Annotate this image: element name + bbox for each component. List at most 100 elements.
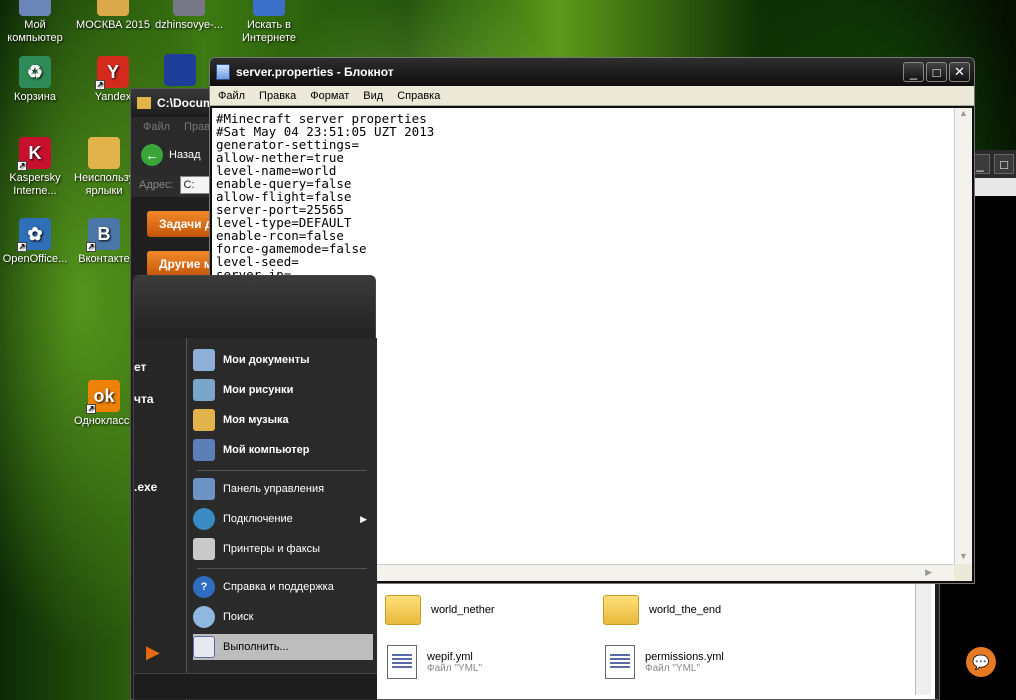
desktop-icon-dzhinsovye[interactable]: dzhinsovye-... bbox=[150, 0, 228, 32]
item-label: Поиск bbox=[223, 611, 254, 623]
other-places-button[interactable]: Другие места bbox=[147, 251, 217, 277]
start-item-printers[interactable]: Принтеры и факсы bbox=[193, 536, 373, 562]
close-button[interactable]: ✕ bbox=[949, 62, 970, 82]
left-pane-item[interactable]: .exe bbox=[134, 480, 157, 494]
desktop-icon-my-computer[interactable]: Мой компьютер bbox=[0, 0, 74, 45]
desktop-icon-label: Искать в Интернете bbox=[242, 19, 296, 44]
scroll-down-arrow-icon[interactable]: ▼ bbox=[955, 551, 972, 565]
left-pane-item[interactable]: ет bbox=[134, 360, 146, 374]
file-name: world_the_end bbox=[649, 604, 722, 616]
start-menu-right-pane: Мои документы Мои рисунки Моя музыка Мой… bbox=[186, 338, 377, 700]
desktop-icon-odnoklassniki[interactable]: ok↗ Одноклассники bbox=[74, 380, 134, 428]
shortcut-arrow-icon: ↗ bbox=[86, 242, 96, 252]
all-programs-arrow-icon[interactable]: ▶ bbox=[146, 642, 160, 663]
my-computer-icon bbox=[19, 0, 51, 16]
printer-icon bbox=[193, 538, 215, 560]
notepad-titlebar[interactable]: server.properties - Блокнот bbox=[210, 58, 974, 86]
recycle-bin-icon: ♻ bbox=[19, 56, 51, 88]
file-list: world_nether world_the_end wepif.yml Фай… bbox=[375, 579, 935, 699]
file-name: world_nether bbox=[431, 604, 495, 616]
folder-icon bbox=[88, 137, 120, 169]
desktop-icon-label: Одноклассники bbox=[74, 415, 134, 427]
desktop-icon-openoffice[interactable]: ✿↗ OpenOffice... 3.3 bbox=[0, 218, 74, 266]
menu-help[interactable]: Справка bbox=[397, 90, 440, 102]
desktop-icon-label: МОСКВА 2015 bbox=[76, 19, 150, 31]
documents-icon bbox=[193, 349, 215, 371]
menu-file[interactable]: Файл bbox=[218, 90, 245, 102]
start-item-help[interactable]: ? Справка и поддержка bbox=[193, 574, 373, 600]
notepad-vertical-scrollbar[interactable]: ▲ ▼ bbox=[954, 108, 972, 565]
desktop-icon-kaspersky[interactable]: K ↗ Kaspersky Interne... bbox=[0, 137, 74, 198]
address-field[interactable]: C: bbox=[179, 176, 210, 194]
item-label: Мой компьютер bbox=[223, 444, 310, 456]
menu-format[interactable]: Формат bbox=[310, 90, 349, 102]
start-menu-left-pane: ет чта .exe ▶ bbox=[134, 338, 186, 700]
folder-icon bbox=[137, 97, 151, 109]
file-list-scrollbar[interactable] bbox=[915, 579, 931, 695]
start-item-search[interactable]: Поиск bbox=[193, 604, 373, 630]
item-label: Мои рисунки bbox=[223, 384, 294, 396]
left-pane-item[interactable]: чта bbox=[134, 392, 154, 406]
file-type: Файл "YML" bbox=[645, 662, 701, 674]
vk-icon: B ↗ bbox=[86, 218, 120, 252]
help-icon: ? bbox=[193, 576, 215, 598]
desktop-icon-label: Мой компьютер bbox=[7, 19, 63, 44]
notepad-menubar: Файл Правка Формат Вид Справка bbox=[210, 86, 974, 106]
item-label: Моя музыка bbox=[223, 414, 289, 426]
yml-file-icon bbox=[605, 645, 635, 679]
back-arrow-icon[interactable]: ← bbox=[141, 144, 163, 166]
chat-bubble-icon[interactable]: 💬 bbox=[966, 647, 996, 677]
menu-edit[interactable]: Правка bbox=[259, 90, 296, 102]
scroll-right-arrow-icon[interactable]: ▶ bbox=[925, 567, 932, 578]
maximize-button[interactable]: □ bbox=[994, 154, 1014, 174]
minimize-button[interactable]: _ bbox=[903, 62, 924, 82]
start-item-control-panel[interactable]: Панель управления bbox=[193, 476, 373, 502]
network-icon bbox=[193, 508, 215, 530]
run-icon bbox=[193, 636, 215, 658]
shortcut-arrow-icon: ↗ bbox=[86, 404, 96, 414]
start-item-my-documents[interactable]: Мои документы bbox=[193, 347, 373, 373]
resize-grip[interactable] bbox=[954, 564, 972, 581]
globe-search-icon bbox=[253, 0, 285, 16]
start-item-my-computer[interactable]: Мой компьютер bbox=[193, 437, 373, 463]
kaspersky-icon: K ↗ bbox=[17, 137, 51, 171]
list-item[interactable]: world_the_end bbox=[603, 595, 721, 625]
shortcut-arrow-icon: ↗ bbox=[17, 161, 27, 171]
menu-file[interactable]: Файл bbox=[143, 121, 170, 133]
desktop-icon-label: OpenOffice... 3.3 bbox=[2, 253, 68, 265]
desktop-icon-vkontakte[interactable]: B ↗ Вконтакте bbox=[74, 218, 134, 266]
back-button-label[interactable]: Назад bbox=[169, 149, 201, 161]
control-panel-icon bbox=[193, 478, 215, 500]
address-label: Адрес: bbox=[139, 179, 174, 191]
menu-view[interactable]: Вид bbox=[363, 90, 383, 102]
list-item[interactable]: permissions.yml Файл "YML" bbox=[605, 645, 724, 679]
start-item-my-music[interactable]: Моя музыка bbox=[193, 407, 373, 433]
desktop-icon-label: Kaspersky Interne... bbox=[9, 172, 61, 197]
start-menu-footer bbox=[134, 673, 377, 699]
list-item[interactable]: wepif.yml Файл "YML" bbox=[387, 645, 482, 679]
menu-separator bbox=[197, 568, 367, 569]
desktop-icon-recycle-bin[interactable]: ♻ Корзина bbox=[0, 56, 74, 104]
start-item-my-pictures[interactable]: Мои рисунки bbox=[193, 377, 373, 403]
desktop-icon-label: Корзина bbox=[14, 91, 56, 103]
shortcut-arrow-icon: ↗ bbox=[17, 242, 27, 252]
notepad-icon bbox=[216, 64, 230, 80]
desktop-icon-moskva[interactable]: МОСКВА 2015 bbox=[74, 0, 152, 32]
desktop-icon-unused-shortcuts[interactable]: Неиспользуемые ярлыки bbox=[74, 137, 134, 198]
scroll-up-arrow-icon[interactable]: ▲ bbox=[955, 108, 972, 122]
desktop-icon-search-internet[interactable]: Искать в Интернете bbox=[230, 0, 308, 45]
desktop-icon-epson[interactable] bbox=[150, 54, 210, 89]
file-name: permissions.yml bbox=[645, 650, 724, 663]
folder-icon bbox=[603, 595, 639, 625]
printer-icon bbox=[164, 54, 196, 86]
file-tasks-button[interactable]: Задачи для файлов bbox=[147, 211, 217, 237]
start-item-connect[interactable]: Подключение ▶ bbox=[193, 506, 373, 532]
list-item[interactable]: world_nether bbox=[385, 595, 495, 625]
submenu-arrow-icon: ▶ bbox=[360, 513, 367, 524]
item-label: Справка и поддержка bbox=[223, 581, 334, 593]
desktop-icon-label: Вконтакте bbox=[78, 253, 130, 265]
maximize-button[interactable]: □ bbox=[926, 62, 947, 82]
yandex-icon: Y ↗ bbox=[95, 56, 129, 90]
computer-icon bbox=[193, 439, 215, 461]
start-item-run[interactable]: Выполнить... bbox=[193, 634, 373, 660]
